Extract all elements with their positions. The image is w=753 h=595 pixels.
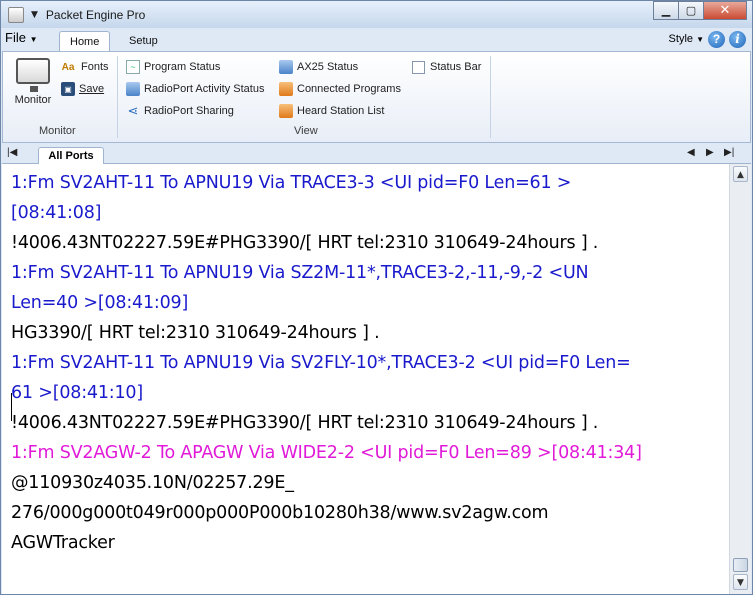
save-button-label: Save: [79, 83, 105, 95]
close-button[interactable]: ✕: [703, 1, 747, 20]
chevron-down-icon: ▼: [29, 35, 38, 44]
connected-programs-button[interactable]: Connected Programs: [279, 80, 401, 98]
monitor-group-label: Monitor: [39, 125, 76, 137]
info-icon[interactable]: i: [729, 31, 746, 48]
window-controls: ▁ ▢ ✕: [653, 1, 747, 20]
maximize-icon: ▢: [685, 4, 697, 17]
ribbon-panel: Monitor Aa Fonts ▣ Save Monitor ~ Progra…: [2, 51, 751, 143]
status-bar-checkbox-box[interactable]: [412, 60, 425, 74]
scroll-down-button[interactable]: ▼: [733, 574, 748, 590]
ribbon-tabs-row: File ▼ Home Setup Style ▼ ? i: [1, 28, 752, 52]
style-menu-label: Style: [668, 33, 694, 45]
tab-home[interactable]: Home: [59, 31, 111, 52]
heard-station-list-button[interactable]: Heard Station List: [279, 102, 384, 120]
save-icon: ▣: [61, 82, 75, 96]
heard-station-list-label: Heard Station List: [297, 105, 385, 117]
app-icon[interactable]: [8, 6, 24, 23]
monitor-output[interactable]: 1:Fm SV2AHT-11 To APNU19 Via TRACE3-3 <U…: [2, 164, 729, 594]
style-menu-button[interactable]: Style ▼: [669, 33, 704, 45]
tab-next-icon[interactable]: ▶: [706, 147, 714, 158]
window-title: Packet Engine Pro: [45, 7, 146, 22]
radioport-activity-icon: [126, 82, 140, 96]
monitor-line: AGWTracker: [11, 533, 115, 553]
file-menu-button[interactable]: File ▼: [5, 30, 38, 45]
monitor-button-label: Monitor: [14, 94, 52, 106]
minimize-button[interactable]: ▁: [653, 1, 679, 20]
app-window: ▼ Packet Engine Pro ▁ ▢ ✕ File ▼ Home Se…: [0, 0, 753, 595]
close-icon: ✕: [719, 3, 731, 18]
program-status-button[interactable]: ~ Program Status: [126, 58, 220, 76]
radioport-activity-status-label: RadioPort Activity Status: [144, 83, 265, 95]
tab-prev-icon[interactable]: ◀: [687, 147, 695, 158]
monitor-line: HG3390/[ HRT tel:2310 310649-24hours ] .: [11, 323, 380, 343]
vertical-scrollbar[interactable]: ▲ ▼: [729, 164, 751, 594]
radioport-sharing-label: RadioPort Sharing: [144, 105, 234, 117]
connected-programs-icon: [279, 82, 293, 96]
tab-home-label: Home: [70, 36, 100, 48]
ax25-status-icon: [279, 60, 293, 74]
monitor-line: 276/000g000t049r000p000P000b10280h38/www…: [11, 503, 549, 523]
chevron-down-icon: ▼: [696, 35, 704, 44]
view-group-label: View: [294, 125, 318, 137]
radioport-sharing-button[interactable]: ⋖ RadioPort Sharing: [126, 102, 234, 120]
monitor-line: 1:Fm SV2AHT-11 To APNU19 Via SV2FLY-10*,…: [11, 353, 631, 373]
save-button[interactable]: ▣ Save: [61, 80, 104, 98]
tab-all-ports[interactable]: All Ports: [38, 147, 104, 164]
fonts-icon: Aa: [61, 61, 75, 73]
connected-programs-label: Connected Programs: [297, 83, 401, 95]
quick-access-dropdown-icon[interactable]: ▼: [31, 10, 38, 20]
tab-setup[interactable]: Setup: [119, 31, 168, 52]
status-bar-label: Status Bar: [430, 61, 482, 73]
program-status-label: Program Status: [144, 61, 221, 73]
tab-last-icon[interactable]: ▶|: [724, 147, 734, 158]
tab-setup-label: Setup: [129, 35, 158, 47]
ax25-status-button[interactable]: AX25 Status: [279, 58, 358, 76]
chart-icon: ~: [126, 60, 140, 74]
monitor-line: Len=40 >[08:41:09]: [11, 293, 189, 313]
scroll-thumb[interactable]: [733, 558, 748, 572]
fonts-button-label: Fonts: [81, 61, 109, 73]
monitor-line: 1:Fm SV2AGW-2 To APAGW Via WIDE2-2 <UI p…: [11, 443, 642, 463]
text-caret: [11, 393, 12, 421]
help-icon[interactable]: ?: [708, 31, 725, 48]
heard-station-list-icon: [279, 104, 293, 118]
monitor-button[interactable]: Monitor: [9, 58, 57, 106]
minimize-icon: ▁: [661, 4, 671, 17]
radioport-activity-status-button[interactable]: RadioPort Activity Status: [126, 80, 264, 98]
monitor-line: @110930z4035.10N/02257.29E_: [11, 473, 294, 493]
fonts-button[interactable]: Aa Fonts: [59, 58, 109, 76]
monitor-line: !4006.43NT02227.59E#PHG3390/[ HRT tel:23…: [11, 233, 599, 253]
ax25-status-label: AX25 Status: [297, 61, 359, 73]
status-bar-checkbox[interactable]: Status Bar: [412, 58, 481, 76]
group-separator: [117, 56, 118, 138]
file-menu-label: File: [5, 30, 26, 45]
scroll-up-button[interactable]: ▲: [733, 166, 748, 182]
tab-all-ports-label: All Ports: [48, 150, 94, 162]
document-tab-strip: |◀ All Ports ◀ ▶ ▶|: [2, 145, 751, 164]
maximize-button[interactable]: ▢: [678, 1, 704, 20]
tab-first-icon[interactable]: |◀: [7, 147, 17, 158]
monitor-icon: [16, 58, 50, 92]
monitor-line: 61 >[08:41:10]: [11, 383, 143, 403]
monitor-line: 1:Fm SV2AHT-11 To APNU19 Via SZ2M-11*,TR…: [11, 263, 589, 283]
monitor-line: !4006.43NT02227.59E#PHG3390/[ HRT tel:23…: [11, 413, 599, 433]
group-separator: [490, 56, 491, 138]
share-icon: ⋖: [127, 103, 139, 118]
monitor-line: 1:Fm SV2AHT-11 To APNU19 Via TRACE3-3 <U…: [11, 173, 572, 193]
monitor-line: [08:41:08]: [11, 203, 102, 223]
title-bar: ▼ Packet Engine Pro ▁ ▢ ✕: [1, 1, 752, 28]
